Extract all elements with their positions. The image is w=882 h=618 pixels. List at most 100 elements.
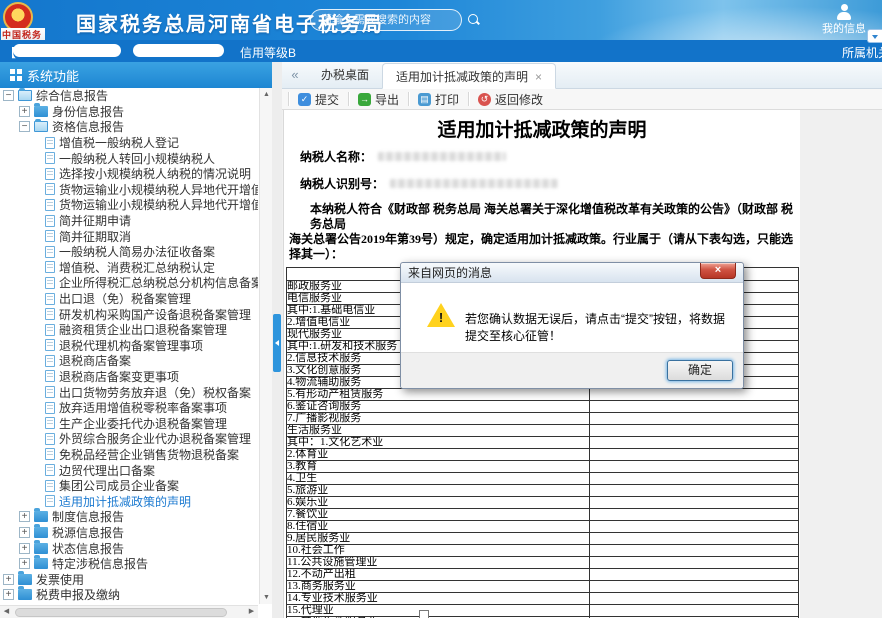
close-tab-icon[interactable]: × xyxy=(535,70,542,84)
tree-item-label[interactable]: 特定涉税信息报告 xyxy=(52,555,148,572)
tree-item-label[interactable]: 身份信息报告 xyxy=(52,103,124,120)
hscroll-thumb[interactable] xyxy=(15,608,227,617)
tree-item-label[interactable]: 出口退（免）税备案管理 xyxy=(59,290,191,307)
org-dropdown-button[interactable] xyxy=(867,29,882,43)
tree-item-label[interactable]: 简并征期申请 xyxy=(59,212,131,229)
collapse-icon[interactable]: − xyxy=(3,90,14,101)
toolbar-button-label[interactable]: 返回修改 xyxy=(495,91,543,108)
option-cell[interactable] xyxy=(590,389,799,401)
option-cell[interactable] xyxy=(590,509,799,521)
sidebar-item-外贸综合服务企业代办退税备案管理[interactable]: 外贸综合服务企业代办退税备案管理 xyxy=(0,431,258,447)
sidebar-item-融资租赁企业出口退税备案管理[interactable]: 融资租赁企业出口退税备案管理 xyxy=(0,322,258,338)
expand-icon[interactable]: + xyxy=(19,106,30,117)
sidebar-item-选择按小规模纳税人纳税的情况说明[interactable]: 选择按小规模纳税人纳税的情况说明 xyxy=(0,166,258,182)
expand-icon[interactable]: + xyxy=(19,527,30,538)
tree-item-label[interactable]: 增值税一般纳税人登记 xyxy=(59,134,179,151)
tree-item-label[interactable]: 发票使用 xyxy=(36,571,84,588)
option-cell[interactable] xyxy=(590,473,799,485)
tree-item-label[interactable]: 企业所得税汇总纳税总分机构信息备案 xyxy=(59,274,258,291)
sidebar-item-出口货物劳务放弃退（免）税权备案[interactable]: 出口货物劳务放弃退（免）税权备案 xyxy=(0,384,258,400)
scroll-right-icon[interactable]: ▶ xyxy=(245,606,258,618)
sidebar-item-资格信息报告[interactable]: −资格信息报告 xyxy=(0,119,258,135)
sidebar-item-生产企业委托代办退税备案管理[interactable]: 生产企业委托代办退税备案管理 xyxy=(0,415,258,431)
tree-item-label[interactable]: 税费申报及缴纳 xyxy=(36,586,120,603)
sidebar-item-状态信息报告[interactable]: +状态信息报告 xyxy=(0,540,258,556)
option-cell[interactable] xyxy=(590,569,799,581)
option-cell[interactable] xyxy=(590,581,799,593)
sidebar-item-集团公司成员企业备案[interactable]: 集团公司成员企业备案 xyxy=(0,478,258,494)
sidebar-horizontal-scrollbar[interactable]: ◀ ▶ xyxy=(0,605,258,618)
option-cell[interactable] xyxy=(590,437,799,449)
tree-item-label[interactable]: 退税商店备案变更事项 xyxy=(59,368,179,385)
sidebar-item-税源信息报告[interactable]: + 税源信息报告 xyxy=(0,525,258,541)
option-cell[interactable] xyxy=(590,425,799,437)
dialog-close-icon[interactable]: × xyxy=(700,263,736,279)
sidebar-item-增值税一般纳税人登记[interactable]: 增值税一般纳税人登记 xyxy=(0,135,258,151)
option-cell[interactable] xyxy=(590,533,799,545)
option-cell[interactable] xyxy=(590,485,799,497)
tree-item-label[interactable]: 税源信息报告 xyxy=(52,524,124,541)
tree-item-label[interactable]: 货物运输业小规模纳税人异地代开增值税专用发票备案 xyxy=(59,196,258,213)
sidebar-item-制度信息报告[interactable]: +制度信息报告 xyxy=(0,509,258,525)
sidebar-item-退税商店备案[interactable]: 退税商店备案 xyxy=(0,353,258,369)
my-info-link[interactable]: 我的信息 xyxy=(822,20,866,36)
tab-适用加计抵减政策的声明[interactable]: 适用加计抵减政策的声明 × xyxy=(382,63,556,89)
option-cell[interactable] xyxy=(590,449,799,461)
sidebar-item-简并征期取消[interactable]: 简并征期取消 xyxy=(0,228,258,244)
tree-item-label[interactable]: 集团公司成员企业备案 xyxy=(59,477,179,494)
option-cell[interactable] xyxy=(590,557,799,569)
sidebar-item-货物运输业小规模纳税人异地代开增值税专用发票备案[interactable]: 货物运输业小规模纳税人异地代开增值税专用发票备案 xyxy=(0,182,258,198)
sidebar-item-边贸代理出口备案[interactable]: 边贸代理出口备案 xyxy=(0,462,258,478)
tree-item-label[interactable]: 选择按小规模纳税人纳税的情况说明 xyxy=(59,165,251,182)
tree-item-label[interactable]: 放弃适用增值税零税率备案事项 xyxy=(59,399,227,416)
tree-item-label[interactable]: 一般纳税人简易办法征收备案 xyxy=(59,243,215,260)
提交-button[interactable]: ✓提交 xyxy=(289,89,348,110)
tree-item-label[interactable]: 状态信息报告 xyxy=(52,540,124,557)
option-cell[interactable] xyxy=(590,413,799,425)
tree-item-label[interactable]: 一般纳税人转回小规模纳税人 xyxy=(59,150,215,167)
sidebar-vertical-scrollbar[interactable]: ▲ ▼ xyxy=(259,88,272,604)
expand-icon[interactable]: + xyxy=(19,511,30,522)
option-cell[interactable] xyxy=(590,401,799,413)
option-cell[interactable] xyxy=(590,605,799,617)
tree-item-label[interactable]: 资格信息报告 xyxy=(52,118,124,135)
sidebar-item-企业所得税汇总纳税总分机构信息备案[interactable]: 企业所得税汇总纳税总分机构信息备案 xyxy=(0,275,258,291)
option-cell[interactable] xyxy=(590,497,799,509)
tree-item-label[interactable]: 外贸综合服务企业代办退税备案管理 xyxy=(59,430,251,447)
sidebar-item-身份信息报告[interactable]: + 身份信息报告 xyxy=(0,104,258,120)
sidebar-item-退税代理机构备案管理事项[interactable]: 退税代理机构备案管理事项 xyxy=(0,338,258,354)
sidebar-item-简并征期申请[interactable]: 简并征期申请 xyxy=(0,213,258,229)
toolbar-button-label[interactable]: 提交 xyxy=(315,91,339,108)
tree-item-label[interactable]: 出口货物劳务放弃退（免）税权备案 xyxy=(59,384,251,401)
expand-icon[interactable]: + xyxy=(3,574,14,585)
option-cell[interactable] xyxy=(590,545,799,557)
option-cell[interactable] xyxy=(590,461,799,473)
scroll-left-icon[interactable]: ◀ xyxy=(0,606,13,618)
tab-label[interactable]: 适用加计抵减政策的声明 xyxy=(396,70,528,84)
tabs-collapse-icon[interactable]: « xyxy=(282,62,308,88)
partial-checkbox[interactable] xyxy=(419,610,429,618)
ok-button[interactable]: 确定 xyxy=(667,360,733,381)
sidebar-item-税费申报及缴纳[interactable]: +税费申报及缴纳 xyxy=(0,587,258,603)
sidebar-item-放弃适用增值税零税率备案事项[interactable]: 放弃适用增值税零税率备案事项 xyxy=(0,400,258,416)
tree-item-label[interactable]: 免税品经营企业销售货物退税备案 xyxy=(59,446,239,463)
打印-button[interactable]: ▤打印 xyxy=(409,89,468,110)
tab-办税桌面[interactable]: 办税桌面 xyxy=(308,62,382,88)
sidebar-item-研发机构采购国产设备退税备案管理[interactable]: 研发机构采购国产设备退税备案管理 xyxy=(0,306,258,322)
tree-item-label[interactable]: 退税代理机构备案管理事项 xyxy=(59,337,203,354)
tree-item-label[interactable]: 增值税、消费税汇总纳税认定 xyxy=(59,259,215,276)
dialog-titlebar[interactable]: 来自网页的消息 × xyxy=(401,263,743,283)
sidebar-item-一般纳税人简易办法征收备案[interactable]: 一般纳税人简易办法征收备案 xyxy=(0,244,258,260)
sidebar-item-出口退（免）税备案管理[interactable]: 出口退（免）税备案管理 xyxy=(0,291,258,307)
sidebar-item-退税商店备案变更事项[interactable]: 退税商店备案变更事项 xyxy=(0,369,258,385)
sidebar-item-增值税、消费税汇总纳税认定[interactable]: 增值税、消费税汇总纳税认定 xyxy=(0,260,258,276)
header-search[interactable] xyxy=(310,9,462,31)
expand-icon[interactable]: + xyxy=(19,558,30,569)
user-avatar-icon[interactable] xyxy=(836,4,852,19)
返回修改-button[interactable]: ↺返回修改 xyxy=(469,89,552,110)
option-cell[interactable] xyxy=(590,593,799,605)
tree-item-label[interactable]: 简并征期取消 xyxy=(59,228,131,245)
toolbar-button-label[interactable]: 导出 xyxy=(375,91,399,108)
option-cell[interactable] xyxy=(590,521,799,533)
search-input[interactable] xyxy=(311,14,467,26)
